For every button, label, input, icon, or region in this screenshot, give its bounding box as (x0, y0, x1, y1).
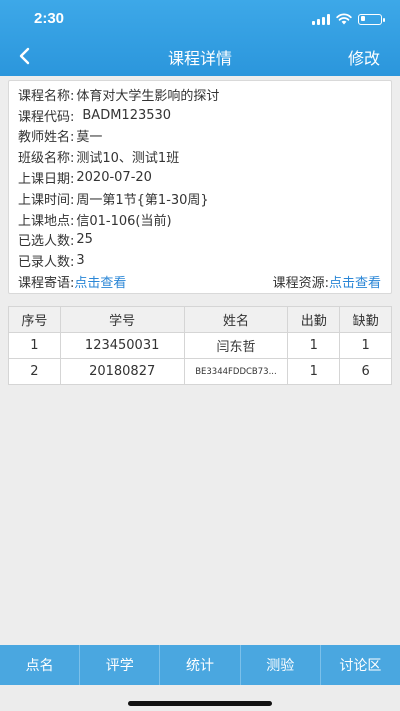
time-row: 上课时间: 周一第1节{第1-30周} (18, 188, 391, 209)
date-row: 上课日期: 2020-07-20 (18, 167, 391, 188)
table-row[interactable]: 2 20180827 BE3344FDDCB73... 1 6 (8, 358, 392, 385)
header-name: 姓名 (183, 306, 289, 333)
recorded-count-value: 3 (76, 253, 85, 269)
edit-button[interactable]: 修改 (348, 45, 380, 69)
time-label: 上课时间: (18, 192, 75, 208)
class-label: 班级名称: (18, 151, 75, 167)
resource-group: 课程资源:点击查看 (273, 272, 381, 291)
row-name: BE3344FDDCB73... (183, 358, 289, 385)
battery-icon (358, 13, 385, 25)
header-absent: 缺勤 (339, 306, 392, 333)
recorded-count-row: 已录人数: 3 (18, 250, 391, 271)
bottom-nav: 点名 评学 统计 测验 讨论区 (0, 645, 400, 685)
status-bar: 2:30 (0, 0, 400, 36)
teacher-row: 教师姓名: 莫一 (18, 126, 391, 147)
row-student-id: 123450031 (59, 332, 185, 359)
course-code-value: BADM123530 (82, 107, 172, 123)
course-name-row: 课程名称: 体育对大学生影响的探讨 (18, 84, 391, 105)
row-absent: 1 (339, 332, 392, 359)
status-icons (312, 13, 385, 25)
row-present: 1 (287, 358, 341, 385)
header-present: 出勤 (287, 306, 341, 333)
row-student-id: 20180827 (59, 358, 185, 385)
status-time: 2:30 (34, 10, 65, 27)
home-indicator[interactable] (128, 701, 272, 706)
page-title: 课程详情 (167, 49, 232, 68)
resource-link[interactable]: 点击查看 (329, 276, 381, 291)
teacher-label: 教师姓名: (18, 130, 75, 146)
message-link[interactable]: 点击查看 (74, 276, 126, 291)
class-value: 测试10、测试1班 (76, 151, 180, 167)
resource-label: 课程资源: (272, 276, 329, 292)
bottom-nav-rollcall[interactable]: 点名 (0, 645, 81, 685)
row-name: 闫东哲 (183, 332, 289, 359)
header-index: 序号 (8, 306, 61, 333)
course-name-value: 体育对大学生影响的探讨 (76, 88, 220, 104)
signal-icon (312, 13, 330, 25)
place-value: 信01-106(当前) (76, 213, 172, 229)
home-area (0, 685, 400, 711)
course-code-row: 课程代码: BADM123530 (18, 105, 391, 126)
course-code-label: 课程代码: (18, 109, 75, 125)
nav-bar: 课程详情 修改 (0, 36, 400, 76)
table-row[interactable]: 1 123450031 闫东哲 1 1 (8, 332, 392, 359)
student-table: 序号 学号 姓名 出勤 缺勤 1 123450031 闫东哲 1 1 2 201… (8, 306, 392, 385)
teacher-value: 莫一 (76, 130, 103, 146)
bottom-nav-statistics[interactable]: 统计 (160, 645, 241, 685)
row-index: 2 (8, 358, 61, 385)
bottom-nav-quiz[interactable]: 测验 (241, 645, 321, 685)
bottom-nav-discussion[interactable]: 讨论区 (321, 645, 400, 685)
time-value: 周一第1节{第1-30周} (76, 192, 209, 208)
course-name-label: 课程名称: (18, 88, 75, 104)
row-present: 1 (287, 332, 341, 359)
row-index: 1 (8, 332, 61, 359)
message-group: 课程寄语:点击查看 (18, 272, 126, 291)
class-row: 班级名称: 测试10、测试1班 (18, 146, 391, 167)
course-info-card: 课程名称: 体育对大学生影响的探讨 课程代码: BADM123530 教师姓名:… (8, 80, 392, 294)
wifi-icon (336, 13, 352, 25)
table-header-row: 序号 学号 姓名 出勤 缺勤 (8, 306, 392, 333)
date-label: 上课日期: (18, 172, 75, 188)
selected-count-label: 已选人数: (18, 234, 75, 250)
recorded-count-label: 已录人数: (18, 255, 75, 271)
selected-count-value: 25 (76, 232, 93, 248)
selected-count-row: 已选人数: 25 (18, 230, 391, 251)
row-absent: 6 (339, 358, 392, 385)
bottom-nav-evaluate[interactable]: 评学 (80, 645, 161, 685)
header-student-id: 学号 (59, 306, 185, 333)
app-header: 2:30 课程详情 修改 (0, 0, 400, 76)
message-label: 课程寄语: (18, 276, 75, 292)
links-row: 课程寄语:点击查看 课程资源:点击查看 (18, 271, 391, 292)
place-label: 上课地点: (18, 213, 75, 229)
date-value: 2020-07-20 (76, 170, 152, 186)
place-row: 上课地点: 信01-106(当前) (18, 209, 391, 230)
